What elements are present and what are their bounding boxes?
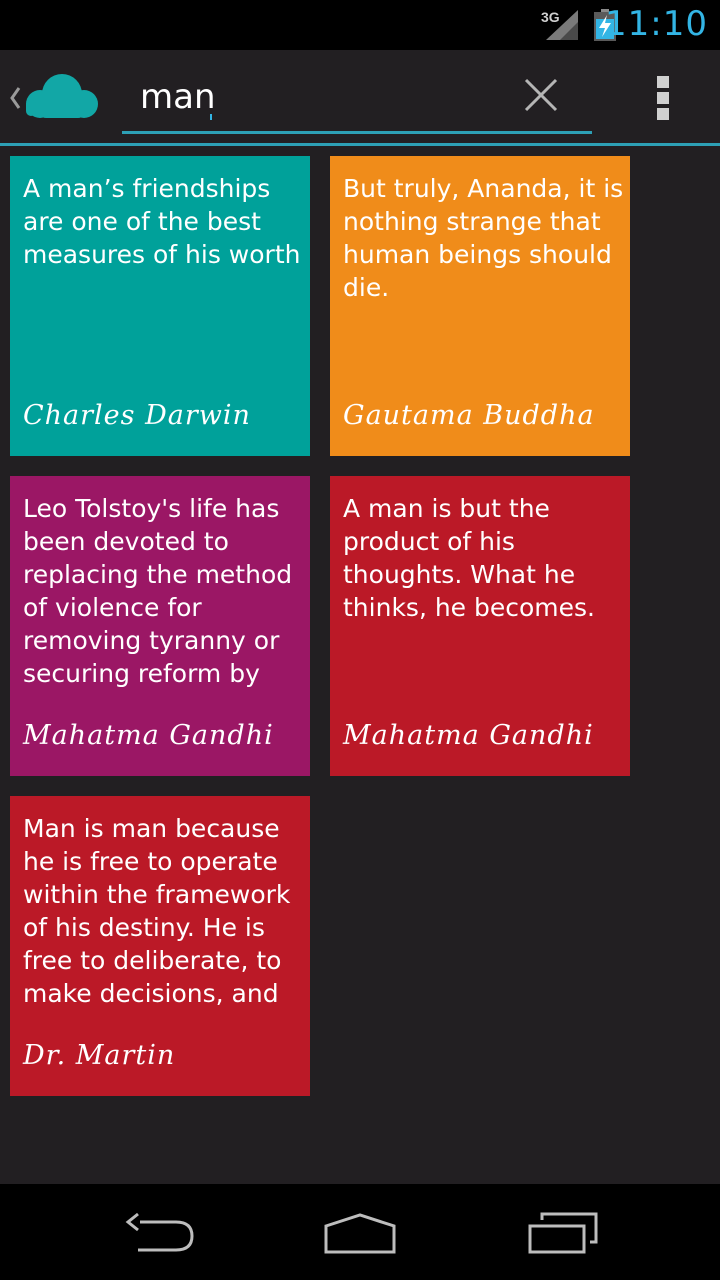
quote-card[interactable]: A man is but the product of his thoughts… xyxy=(330,476,630,776)
clear-icon[interactable] xyxy=(518,76,564,116)
up-caret-icon[interactable] xyxy=(8,86,22,110)
overflow-dot xyxy=(657,76,669,88)
quote-text: But truly, Ananda, it is nothing strange… xyxy=(343,174,624,302)
quote-card[interactable]: But truly, Ananda, it is nothing strange… xyxy=(330,156,630,456)
overflow-dot xyxy=(657,92,669,104)
quote-card[interactable]: Man is man because he is free to operate… xyxy=(10,796,310,1096)
text-cursor xyxy=(210,114,212,120)
quote-author: Dr. Martin xyxy=(23,1040,176,1071)
overflow-dot xyxy=(657,108,669,120)
overflow-menu-icon[interactable] xyxy=(648,72,678,124)
quote-author: Gautama Buddha xyxy=(343,400,595,431)
quote-card[interactable]: A man’s friendships are one of the best … xyxy=(10,156,310,456)
quote-text: A man’s friendships are one of the best … xyxy=(23,174,301,269)
quote-text: Leo Tolstoy's life has been devoted to r… xyxy=(23,494,293,688)
status-bar: 3G 11:10 xyxy=(0,0,720,50)
quote-author: Mahatma Gandhi xyxy=(343,720,594,751)
recent-apps-icon[interactable] xyxy=(526,1212,598,1256)
network-type-label: 3G xyxy=(541,9,560,25)
action-bar xyxy=(0,50,720,146)
quote-author: Mahatma Gandhi xyxy=(23,720,274,751)
quote-text: Man is man because he is free to operate… xyxy=(23,814,291,1008)
navigation-bar xyxy=(0,1184,720,1280)
back-icon[interactable] xyxy=(124,1212,196,1256)
quote-author: Charles Darwin xyxy=(23,400,251,431)
quote-card[interactable]: Leo Tolstoy's life has been devoted to r… xyxy=(10,476,310,776)
cloud-app-icon[interactable] xyxy=(24,72,100,124)
status-clock: 11:10 xyxy=(605,4,708,44)
quote-grid: A man’s friendships are one of the best … xyxy=(0,146,720,1184)
quote-text: A man is but the product of his thoughts… xyxy=(343,494,596,622)
search-input[interactable] xyxy=(140,74,520,120)
home-icon[interactable] xyxy=(322,1212,398,1256)
